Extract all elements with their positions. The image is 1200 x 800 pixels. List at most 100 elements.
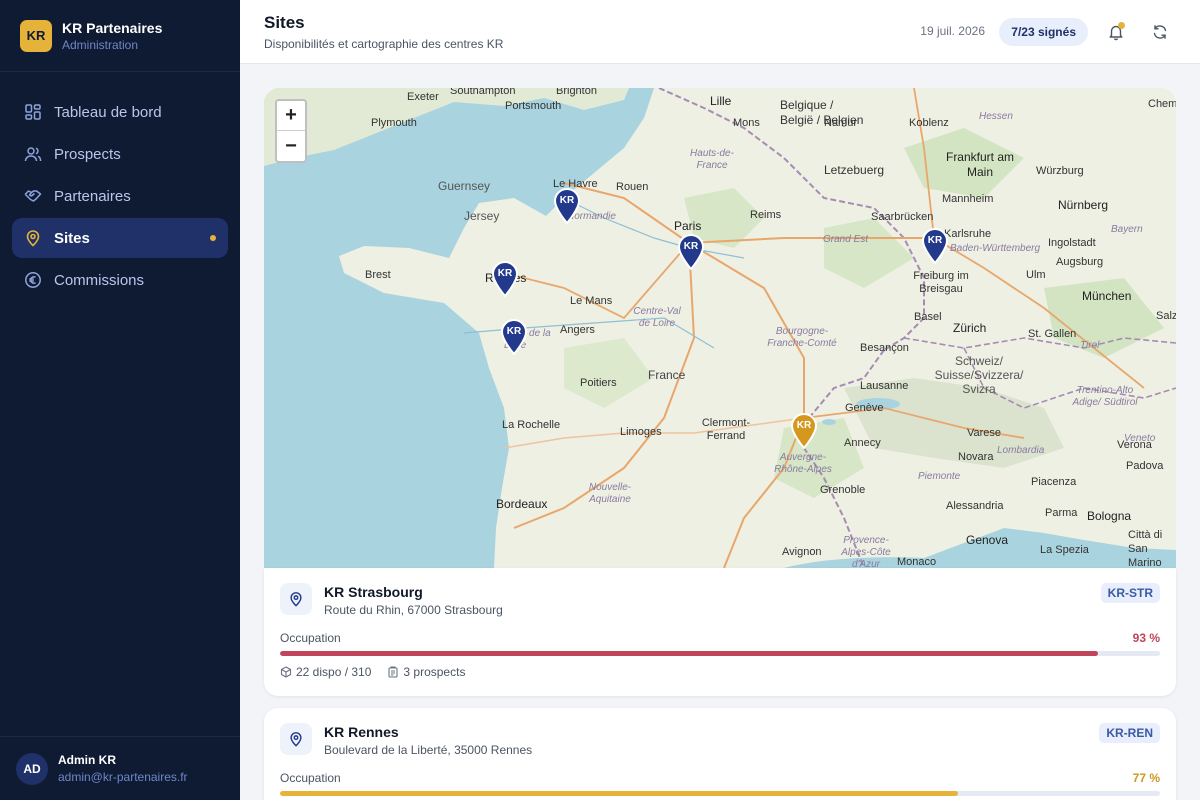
map-label: Varese	[967, 427, 1002, 439]
map-label: Karlsruhe	[944, 228, 992, 240]
sidebar-item-sites[interactable]: Sites	[12, 218, 228, 258]
page-subtitle: Disponibilités et cartographie des centr…	[264, 37, 504, 51]
map-label: Frankfurt am Main	[945, 150, 1014, 179]
sidebar-item-label: Partenaires	[54, 187, 131, 205]
zoom-in-button[interactable]: +	[277, 101, 305, 131]
site-address: Route du Rhin, 67000 Strasbourg	[324, 603, 503, 617]
site-marker-caen[interactable]: KR	[553, 188, 581, 224]
map-label: Würzburg	[1036, 165, 1084, 177]
map-label: Hessen	[979, 111, 1013, 122]
map-label: Angers	[560, 324, 595, 336]
site-marker-lyon[interactable]: KR	[790, 413, 818, 449]
map-label: Besançon	[860, 342, 909, 354]
dashboard-icon	[24, 103, 42, 121]
user-profile[interactable]: AD Admin KR admin@kr-partenaires.fr	[0, 736, 240, 800]
map-label: Nürnberg	[1058, 198, 1109, 212]
sidebar-item-partenaires[interactable]: Partenaires	[12, 176, 228, 216]
map-label: Mannheim	[942, 193, 994, 205]
map-pin-icon	[790, 413, 818, 449]
map-label: Lausanne	[860, 380, 909, 392]
map-label: Basel	[914, 311, 942, 323]
map-label: Alessandria	[946, 500, 1004, 512]
map-label: Schweiz/ Suisse/Svizzera/ Svizra	[934, 354, 1024, 396]
user-email: admin@kr-partenaires.fr	[58, 770, 188, 784]
notifications-button[interactable]	[1104, 20, 1128, 44]
signed-count-badge[interactable]: 7/23 signés	[999, 18, 1088, 46]
refresh-button[interactable]	[1148, 20, 1172, 44]
occupation-value: 77 %	[1132, 771, 1160, 785]
marker-label: KR	[927, 235, 943, 246]
map-label: Centre-Val de Loire	[633, 306, 681, 329]
handshake-icon	[24, 187, 42, 205]
map-label: Hauts-de-France	[690, 148, 734, 171]
map-label: Baden-Württemberg	[950, 243, 1041, 254]
map-label: Exeter	[407, 91, 439, 103]
map-label: Limoges	[620, 426, 662, 438]
map-label: Ulm	[1026, 269, 1046, 281]
map-label: Brighton	[556, 88, 597, 97]
brand: KR KR Partenaires Administration	[0, 0, 240, 72]
map-label: Bordeaux	[496, 497, 548, 511]
map-label: Grenoble	[820, 484, 866, 496]
map-pin-icon	[491, 261, 519, 297]
map-label: Bayern	[1111, 224, 1143, 235]
map-pin-icon	[553, 188, 581, 224]
site-card[interactable]: KR Rennes Boulevard de la Liberté, 35000…	[264, 708, 1176, 800]
site-marker-nantes[interactable]: KR	[500, 319, 528, 355]
map-label: Augsburg	[1056, 256, 1104, 268]
map-pin-icon	[280, 583, 312, 615]
map-label: Mons	[733, 117, 760, 129]
user-name: Admin KR	[58, 753, 116, 767]
map-label: Portsmouth	[505, 100, 562, 112]
sidebar-item-dashboard[interactable]: Tableau de bord	[12, 92, 228, 132]
map-label: Koblenz	[909, 117, 949, 129]
occupation-bar-fill	[280, 791, 958, 796]
marker-label: KR	[559, 195, 575, 206]
map-label: Parma	[1045, 507, 1078, 519]
site-marker-rennes[interactable]: KR	[491, 261, 519, 297]
marker-label: KR	[796, 420, 812, 431]
availability-stat: 22 dispo / 310	[280, 665, 371, 679]
map-label: Piacenza	[1031, 476, 1077, 488]
sidebar-item-commissions[interactable]: Commissions	[12, 260, 228, 300]
site-marker-strasbourg[interactable]: KR	[921, 228, 949, 264]
site-marker-paris[interactable]: KR	[677, 234, 705, 270]
map-label: Genova	[966, 533, 1009, 547]
active-indicator-dot	[210, 235, 216, 241]
map-label: Novara	[958, 451, 994, 463]
map-label: Poitiers	[580, 377, 617, 389]
map-pin-icon	[677, 234, 705, 270]
map-label: Letzebuerg	[824, 163, 885, 177]
map-label: Grand Est	[823, 234, 869, 245]
map-label: Bourgogne-Franche-Comté	[767, 326, 837, 349]
site-name: KR Strasbourg	[324, 584, 423, 600]
map-label: Genève	[845, 402, 884, 414]
site-code-badge: KR-REN	[1099, 723, 1160, 743]
map-label: Lombardia	[997, 445, 1045, 456]
map-label: Namur	[824, 117, 858, 129]
map-label: Auvergne-Rhône-Alpes	[774, 452, 832, 475]
brand-name: KR Partenaires	[62, 19, 163, 36]
sidebar-item-label: Tableau de bord	[54, 103, 162, 121]
map-label: Le Mans	[570, 295, 613, 307]
map-pin-icon	[921, 228, 949, 264]
sidebar-item-prospects[interactable]: Prospects	[12, 134, 228, 174]
avatar: AD	[16, 752, 48, 785]
map-label: Chem	[1148, 98, 1176, 110]
page-header: Sites Disponibilités et cartographie des…	[240, 0, 1200, 64]
zoom-out-button[interactable]: −	[277, 131, 305, 161]
site-card[interactable]: KR Strasbourg Route du Rhin, 67000 Stras…	[264, 568, 1176, 696]
availability-text: 22 dispo / 310	[296, 665, 372, 679]
sites-map[interactable]: Exeter Southampton Brighton Portsmouth P…	[264, 88, 1176, 568]
occupation-label: Occupation	[280, 631, 341, 645]
map-label: Clermont-Ferrand	[701, 417, 751, 442]
map-label: Avignon	[782, 546, 822, 558]
page-title: Sites	[264, 13, 305, 32]
euro-icon	[24, 271, 42, 289]
sidebar-item-label: Prospects	[54, 145, 121, 163]
map-label: Trentino-Alto Adige/ Südtirol	[1072, 385, 1138, 408]
map-label: Città di San Marino	[1128, 529, 1163, 568]
map-label: Saarbrücken	[871, 211, 934, 223]
map-label: Reims	[750, 209, 782, 221]
map-label: St. Gallen	[1028, 328, 1077, 340]
